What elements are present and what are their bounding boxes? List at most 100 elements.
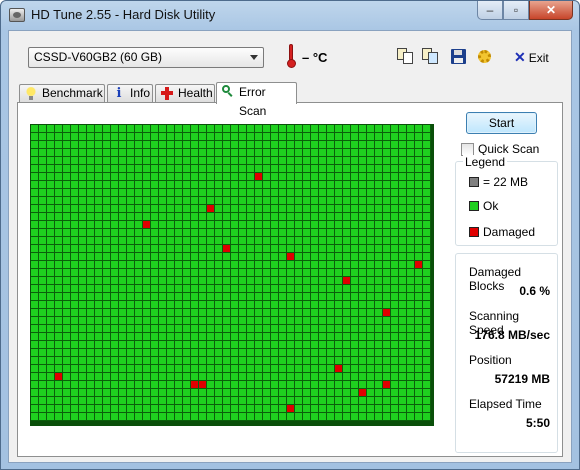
ok-block xyxy=(127,413,135,421)
ok-block xyxy=(199,349,207,357)
ok-block xyxy=(119,261,127,269)
ok-block xyxy=(231,173,239,181)
ok-block xyxy=(71,197,79,205)
ok-block xyxy=(327,157,335,165)
ok-block xyxy=(343,237,351,245)
close-button[interactable]: ✕ xyxy=(529,1,573,20)
ok-block xyxy=(95,237,103,245)
start-button[interactable]: Start xyxy=(466,112,537,134)
ok-block xyxy=(319,341,327,349)
ok-block xyxy=(87,365,95,373)
ok-block xyxy=(31,357,39,365)
ok-block xyxy=(175,349,183,357)
ok-block xyxy=(399,141,407,149)
ok-block xyxy=(271,261,279,269)
ok-block xyxy=(39,285,47,293)
ok-block xyxy=(295,213,303,221)
ok-block xyxy=(167,357,175,365)
ok-block xyxy=(143,293,151,301)
ok-block xyxy=(167,197,175,205)
ok-block xyxy=(79,301,87,309)
ok-block xyxy=(247,189,255,197)
ok-block xyxy=(119,309,127,317)
copy-info-icon[interactable] xyxy=(397,48,415,65)
maximize-button[interactable]: ▫ xyxy=(503,1,529,20)
ok-block xyxy=(231,221,239,229)
ok-block xyxy=(183,189,191,197)
ok-block xyxy=(111,349,119,357)
ok-block xyxy=(335,405,343,413)
ok-block xyxy=(303,261,311,269)
error-map-grid xyxy=(30,124,434,426)
ok-block xyxy=(423,205,431,213)
ok-block xyxy=(327,333,335,341)
ok-block xyxy=(135,165,143,173)
ok-block xyxy=(135,381,143,389)
options-icon[interactable] xyxy=(476,48,494,65)
ok-block xyxy=(247,221,255,229)
ok-block xyxy=(303,381,311,389)
tab-label: Error Scan xyxy=(239,85,267,118)
ok-block xyxy=(319,373,327,381)
save-icon[interactable] xyxy=(450,48,468,65)
ok-block xyxy=(255,189,263,197)
ok-block xyxy=(223,181,231,189)
ok-block xyxy=(47,221,55,229)
minimize-button[interactable]: – xyxy=(477,1,503,20)
ok-block xyxy=(319,173,327,181)
drive-select[interactable]: CSSD-V60GB2 (60 GB) xyxy=(28,47,264,68)
ok-block xyxy=(399,269,407,277)
ok-block xyxy=(407,157,415,165)
ok-block xyxy=(231,213,239,221)
tab-error-scan[interactable]: Error Scan xyxy=(216,82,297,118)
tab-health[interactable]: Health xyxy=(155,84,215,103)
ok-block xyxy=(383,373,391,381)
ok-block xyxy=(223,293,231,301)
ok-block xyxy=(359,333,367,341)
ok-block xyxy=(415,125,423,133)
ok-block xyxy=(95,325,103,333)
ok-block xyxy=(127,269,135,277)
ok-block xyxy=(111,357,119,365)
ok-block xyxy=(207,165,215,173)
ok-block xyxy=(215,237,223,245)
ok-block xyxy=(375,197,383,205)
ok-block xyxy=(207,325,215,333)
ok-block xyxy=(239,413,247,421)
ok-block xyxy=(71,213,79,221)
ok-block xyxy=(167,389,175,397)
ok-block xyxy=(95,285,103,293)
ok-block xyxy=(255,197,263,205)
tab-benchmark[interactable]: Benchmark xyxy=(19,84,105,103)
tab-info[interactable]: i Info xyxy=(107,84,153,103)
ok-block xyxy=(247,285,255,293)
ok-block xyxy=(47,197,55,205)
ok-block xyxy=(375,269,383,277)
exit-button[interactable]: ✕ Exit xyxy=(514,49,549,66)
ok-block xyxy=(359,341,367,349)
ok-block xyxy=(207,293,215,301)
ok-block xyxy=(111,157,119,165)
ok-block xyxy=(119,413,127,421)
ok-block xyxy=(367,125,375,133)
title-bar[interactable]: HD Tune 2.55 - Hard Disk Utility – ▫ ✕ xyxy=(1,1,579,29)
ok-block xyxy=(399,165,407,173)
ok-block xyxy=(383,141,391,149)
ok-block xyxy=(271,309,279,317)
ok-block xyxy=(167,309,175,317)
copy-screenshot-icon[interactable] xyxy=(422,48,440,65)
ok-block xyxy=(135,253,143,261)
ok-block xyxy=(63,237,71,245)
ok-block xyxy=(359,125,367,133)
ok-block xyxy=(239,381,247,389)
ok-block xyxy=(223,405,231,413)
ok-block xyxy=(375,325,383,333)
ok-block xyxy=(415,341,423,349)
ok-block xyxy=(39,157,47,165)
ok-block xyxy=(407,229,415,237)
ok-block xyxy=(47,125,55,133)
ok-block xyxy=(207,237,215,245)
ok-block xyxy=(367,317,375,325)
ok-block xyxy=(199,229,207,237)
ok-block xyxy=(247,293,255,301)
